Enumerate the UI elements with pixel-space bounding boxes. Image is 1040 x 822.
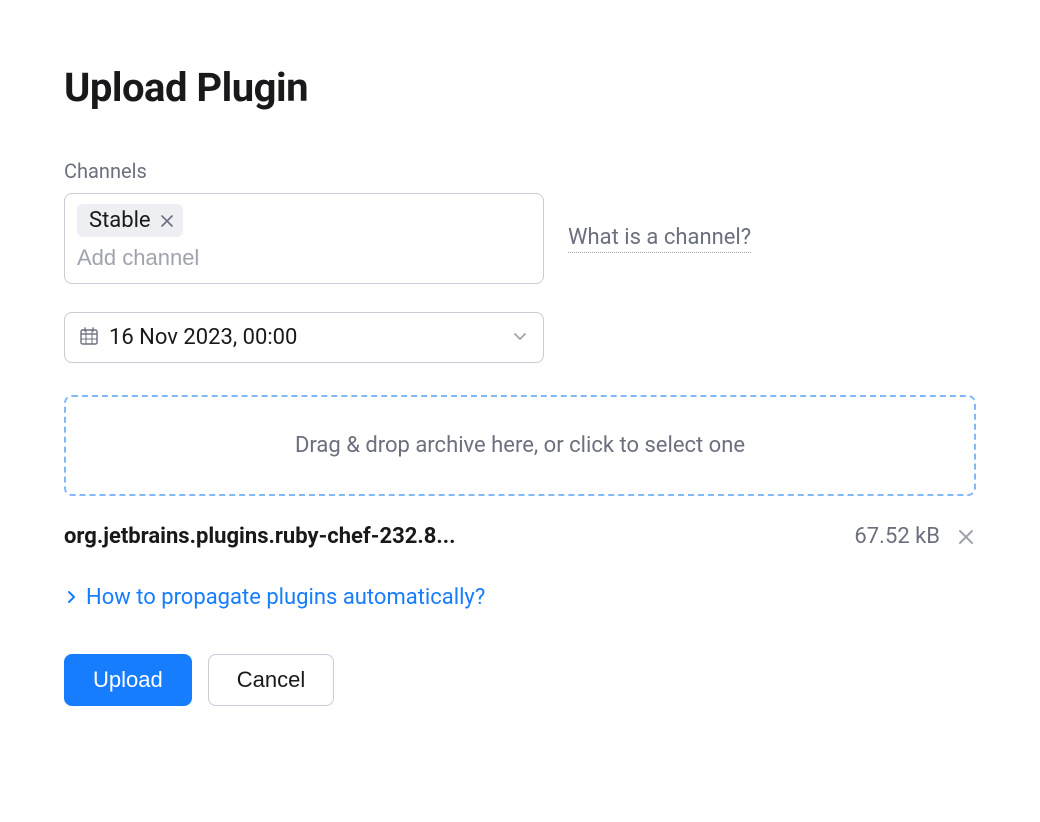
cancel-button[interactable]: Cancel bbox=[208, 654, 334, 706]
calendar-icon bbox=[79, 326, 99, 350]
date-value: 16 Nov 2023, 00:00 bbox=[109, 325, 501, 350]
dropzone[interactable]: Drag & drop archive here, or click to se… bbox=[64, 395, 976, 496]
date-picker[interactable]: 16 Nov 2023, 00:00 bbox=[64, 312, 544, 363]
close-icon[interactable] bbox=[159, 213, 175, 229]
chevron-down-icon bbox=[511, 327, 529, 349]
chevron-right-icon bbox=[64, 585, 78, 610]
close-icon[interactable] bbox=[956, 527, 976, 547]
channel-input[interactable] bbox=[77, 245, 531, 271]
dropzone-text: Drag & drop archive here, or click to se… bbox=[295, 433, 745, 458]
channel-tag-label: Stable bbox=[89, 208, 151, 233]
page-title: Upload Plugin bbox=[64, 64, 976, 111]
file-name: org.jetbrains.plugins.ruby-chef-232.8... bbox=[64, 524, 838, 549]
file-row: org.jetbrains.plugins.ruby-chef-232.8...… bbox=[64, 524, 976, 549]
propagate-help-link[interactable]: How to propagate plugins automatically? bbox=[64, 585, 976, 610]
propagate-link-text: How to propagate plugins automatically? bbox=[86, 585, 485, 610]
channels-label: Channels bbox=[64, 159, 976, 183]
channels-input-box[interactable]: Stable bbox=[64, 193, 544, 284]
upload-button[interactable]: Upload bbox=[64, 654, 192, 706]
channel-tag: Stable bbox=[77, 204, 183, 237]
channel-help-link[interactable]: What is a channel? bbox=[568, 225, 751, 253]
file-size: 67.52 kB bbox=[854, 524, 940, 549]
